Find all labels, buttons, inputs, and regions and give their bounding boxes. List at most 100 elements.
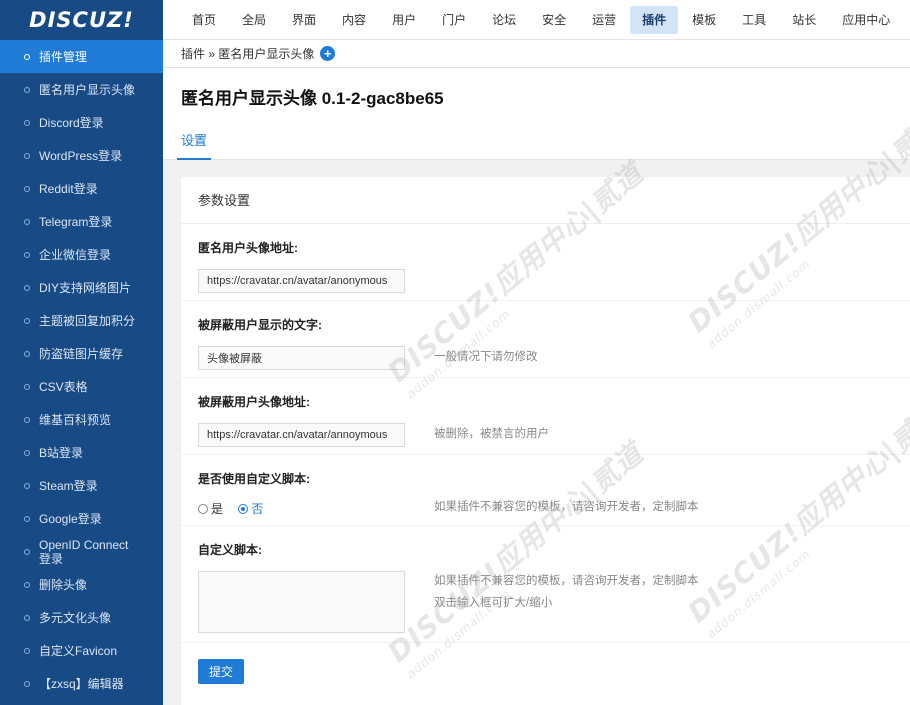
form-row-custom-script: 自定义脚本: 如果插件不兼容您的模板，请咨询开发者，定制脚本 双击输入框可扩大/… (181, 526, 910, 643)
custom-script-hint-1: 如果插件不兼容您的模板，请咨询开发者，定制脚本 (434, 575, 699, 587)
blocked-text-hint: 一般情况下请勿修改 (434, 351, 538, 363)
bullet-icon (24, 614, 30, 621)
panel-title: 参数设置 (181, 177, 910, 224)
topnav-item-portal[interactable]: 门户 (430, 6, 478, 34)
sidebar-item-label: 防盗链图片缓存 (39, 346, 124, 361)
blocked-text-input[interactable] (198, 346, 405, 370)
sidebar-item-label: 插件管理 (39, 49, 88, 64)
bullet-icon (24, 218, 30, 225)
tab-settings[interactable]: 设置 (177, 130, 212, 160)
custom-script-toggle-hint: 如果插件不兼容您的模板，请咨询开发者，定制脚本 (434, 501, 699, 513)
sidebar-item-label: Reddit登录 (39, 181, 98, 196)
topnav-item-plugins[interactable]: 插件 (630, 6, 679, 34)
anon-avatar-label: 匿名用户头像地址: (198, 241, 298, 255)
sidebar-item-label: 企业微信登录 (39, 247, 112, 262)
topnav-item-templates[interactable]: 模板 (680, 6, 728, 34)
topnav-item-users[interactable]: 用户 (380, 6, 428, 34)
sidebar-item-csv-table[interactable]: CSV表格 (0, 370, 163, 403)
topnav-item-content[interactable]: 内容 (330, 6, 378, 34)
sidebar-item-label: DIY支持网络图片 (39, 280, 132, 295)
form-row-custom-script-toggle: 是否使用自定义脚本: 是 否 如果插件不兼容您的模板，请咨询开发者，定制脚本 (181, 455, 910, 526)
sidebar-item-reddit-login[interactable]: Reddit登录 (0, 172, 163, 205)
sidebar-item-label: 删除头像 (39, 577, 88, 592)
sidebar-item-bilibili-login[interactable]: B站登录 (0, 436, 163, 469)
topnav-item-security[interactable]: 安全 (530, 6, 578, 34)
radio-no[interactable] (238, 504, 249, 514)
anon-avatar-input[interactable] (198, 269, 405, 293)
sidebar-item-label: Google登录 (39, 511, 102, 526)
top-nav-menu: 首页 全局 界面 内容 用户 门户 论坛 安全 运营 插件 模板 工具 站长 应… (180, 6, 904, 34)
breadcrumb: 插件 » 匿名用户显示头像 + (163, 40, 910, 68)
bullet-icon (24, 383, 30, 390)
sidebar-item-discord-login[interactable]: Discord登录 (0, 106, 163, 139)
topnav-item-operations[interactable]: 运营 (580, 6, 628, 34)
add-icon[interactable]: + (320, 46, 336, 61)
sidebar-item-reply-credits[interactable]: 主题被回复加积分 (0, 304, 163, 337)
bullet-icon (24, 680, 30, 687)
topnav-item-global[interactable]: 全局 (230, 6, 278, 34)
discuz-logo[interactable]: DISCUZ! (0, 0, 163, 40)
radio-no-label[interactable]: 否 (251, 502, 263, 516)
radio-yes-label[interactable]: 是 (211, 502, 223, 516)
sidebar-item-label: 【zxsq】编辑器 (39, 676, 124, 691)
blocked-avatar-hint: 被删除，被禁言的用户 (434, 428, 549, 440)
form-row-blocked-avatar: 被屏蔽用户头像地址: 被删除，被禁言的用户 (181, 378, 910, 455)
sidebar-item-multicultural-avatar[interactable]: 多元文化头像 (0, 601, 163, 634)
sidebar-item-delete-avatar[interactable]: 删除头像 (0, 568, 163, 601)
topnav-item-app-center[interactable]: 应用中心 (830, 6, 902, 34)
sidebar-item-label: 主题被回复加积分 (39, 313, 136, 328)
sidebar-item-label: OpenID Connect 登录 (39, 537, 129, 566)
blocked-text-label: 被屏蔽用户显示的文字: (198, 318, 322, 332)
radio-yes[interactable] (198, 504, 208, 514)
sidebar-item-label: 自定义Favicon (39, 643, 118, 658)
sidebar-item-label: B站登录 (39, 445, 84, 460)
sidebar-item-custom-favicon[interactable]: 自定义Favicon (0, 634, 163, 667)
bullet-icon (24, 548, 30, 555)
breadcrumb-text[interactable]: 插件 » 匿名用户显示头像 (181, 45, 314, 62)
sidebar-item-anon-avatar[interactable]: 匿名用户显示头像 (0, 73, 163, 106)
sidebar-item-zxsq-editor[interactable]: 【zxsq】编辑器 (0, 667, 163, 700)
main-content: 插件 » 匿名用户显示头像 + 匿名用户显示头像 0.1-2-gac8be65 … (163, 40, 910, 705)
bullet-icon (24, 449, 30, 456)
sidebar-item-plugin-management[interactable]: 插件管理 (0, 40, 163, 73)
sidebar-item-telegram-login[interactable]: Telegram登录 (0, 205, 163, 238)
bullet-icon (24, 581, 30, 588)
topnav-item-interface[interactable]: 界面 (280, 6, 328, 34)
topnav-item-home[interactable]: 首页 (180, 6, 228, 34)
page-header: 匿名用户显示头像 0.1-2-gac8be65 设置 (163, 68, 910, 160)
form-actions: 提交 (181, 643, 910, 703)
form-row-anon-avatar: 匿名用户头像地址: (181, 224, 910, 301)
sidebar-item-label: Steam登录 (39, 478, 98, 493)
settings-panel: 参数设置 匿名用户头像地址: 被屏蔽用户显示的文字: 一般情况下请勿修改 被屏蔽… (181, 177, 910, 705)
sidebar-item-label: 维基百科预览 (39, 412, 112, 427)
sidebar-item-wecom-login[interactable]: 企业微信登录 (0, 238, 163, 271)
bullet-icon (24, 515, 30, 522)
bullet-icon (24, 482, 30, 489)
sidebar-item-wordpress-login[interactable]: WordPress登录 (0, 139, 163, 172)
topnav-item-webmaster[interactable]: 站长 (780, 6, 828, 34)
page-title: 匿名用户显示头像 0.1-2-gac8be65 (181, 89, 444, 108)
sidebar-item-openid-login[interactable]: OpenID Connect 登录 (0, 535, 163, 568)
bullet-icon (24, 647, 30, 654)
bullet-icon (24, 53, 30, 60)
sidebar-item-google-login[interactable]: Google登录 (0, 502, 163, 535)
bullet-icon (24, 284, 30, 291)
form-row-blocked-text: 被屏蔽用户显示的文字: 一般情况下请勿修改 (181, 301, 910, 378)
top-navbar: DISCUZ! 首页 全局 界面 内容 用户 门户 论坛 安全 运营 插件 模板… (0, 0, 910, 40)
custom-script-toggle-label: 是否使用自定义脚本: (198, 472, 310, 486)
sidebar-item-label: CSV表格 (39, 379, 88, 394)
sidebar-item-hotlink-cache[interactable]: 防盗链图片缓存 (0, 337, 163, 370)
topnav-item-forum[interactable]: 论坛 (480, 6, 528, 34)
custom-script-textarea[interactable] (198, 571, 405, 633)
sidebar-item-wikipedia-preview[interactable]: 维基百科预览 (0, 403, 163, 436)
sidebar-item-label: 多元文化头像 (39, 610, 112, 625)
sidebar-item-label: WordPress登录 (39, 148, 123, 163)
bullet-icon (24, 185, 30, 192)
bullet-icon (24, 119, 30, 126)
submit-button[interactable]: 提交 (198, 659, 244, 684)
blocked-avatar-input[interactable] (198, 423, 405, 447)
radio-group: 是 否 (198, 500, 275, 517)
sidebar-item-diy-web-images[interactable]: DIY支持网络图片 (0, 271, 163, 304)
sidebar-item-steam-login[interactable]: Steam登录 (0, 469, 163, 502)
topnav-item-tools[interactable]: 工具 (730, 6, 778, 34)
